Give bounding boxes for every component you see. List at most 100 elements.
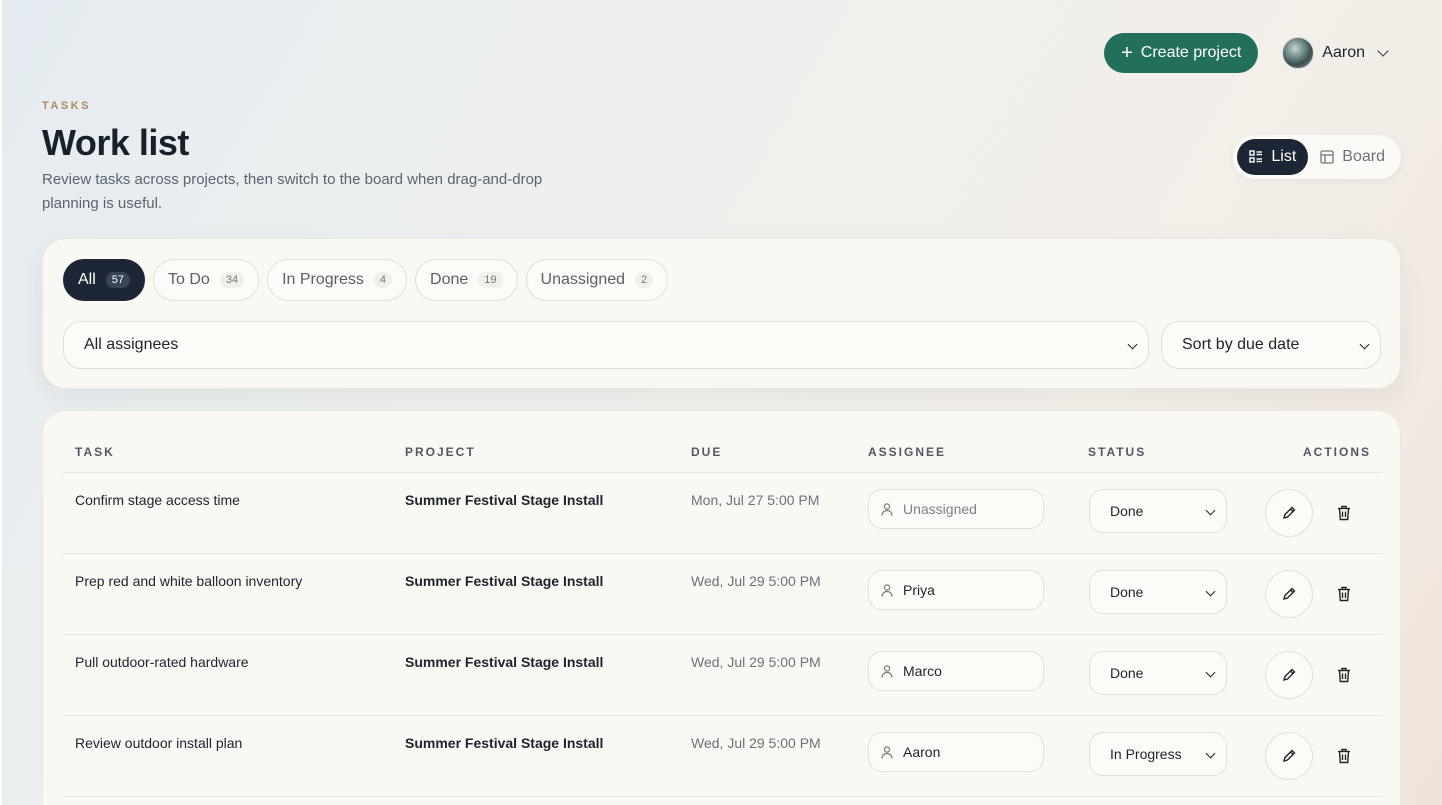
task-name[interactable]: Prep red and white balloon inventory [75,573,302,589]
user-name: Aaron [1322,44,1365,61]
project-name: Summer Festival Stage Install [405,735,604,751]
pencil-icon [1282,587,1296,601]
pencil-icon [1282,749,1296,763]
assignee-filter-select[interactable]: All assignees [63,321,1149,369]
chevron-down-icon [1205,748,1216,759]
trash-icon [1338,505,1350,521]
task-name[interactable]: Pull outdoor-rated hardware [75,654,249,670]
table-row: Review outdoor install plan Summer Festi… [63,715,1382,796]
chevron-down-icon [1127,339,1138,350]
table-row: Prep red and white balloon inventory Sum… [63,553,1382,634]
filter-card: All 57 To Do 34 In Progress 4 Done 19 Un… [42,238,1401,389]
due-date: Wed, Jul 29 5:00 PM [691,735,821,751]
edit-button[interactable] [1265,651,1313,699]
board-icon [1320,150,1334,164]
chip-count: 57 [105,272,131,288]
status-filter-chips: All 57 To Do 34 In Progress 4 Done 19 Un… [63,259,669,301]
chevron-down-icon [1377,45,1389,57]
chevron-down-icon [1205,505,1216,516]
delete-button[interactable] [1334,665,1354,685]
column-header-status: STATUS [1088,445,1147,459]
user-menu[interactable]: Aaron [1282,37,1389,69]
avatar [1282,37,1315,69]
chevron-down-icon [1359,339,1370,350]
create-project-label: Create project [1140,44,1242,61]
assignee-field[interactable]: Aaron [868,732,1044,772]
chip-count: 34 [219,272,245,288]
chip-count: 4 [373,272,393,288]
column-header-assignee: ASSIGNEE [868,445,947,459]
chevron-down-icon [1205,667,1216,678]
board-view-button[interactable]: Board [1308,139,1397,175]
status-value: Done [1110,665,1144,681]
sort-value: Sort by due date [1182,336,1300,353]
table-row: Confirm stage access time Summer Festiva… [63,472,1382,553]
list-view-label: List [1271,148,1297,165]
user-icon [881,583,893,597]
chip-label: Done [430,271,469,288]
user-icon [881,664,893,678]
status-select[interactable]: In Progress [1089,732,1227,776]
assignee-name: Unassigned [903,501,977,517]
status-value: Done [1110,584,1144,600]
task-table: TASK PROJECT DUE ASSIGNEE STATUS ACTIONS… [42,410,1401,805]
chip-count: 19 [478,272,503,288]
chip-in-progress[interactable]: In Progress 4 [267,259,408,301]
create-project-button[interactable]: + Create project [1104,33,1259,73]
list-view-button[interactable]: List [1237,139,1309,175]
pencil-icon [1282,506,1296,520]
edit-button[interactable] [1265,489,1313,537]
top-bar: + Create project Aaron [1104,33,1389,73]
chevron-down-icon [1205,586,1216,597]
due-date: Mon, Jul 27 5:00 PM [691,492,820,508]
column-header-task: TASK [75,445,115,459]
assignee-filter-value: All assignees [84,336,179,353]
delete-button[interactable] [1334,503,1354,523]
task-name[interactable]: Review outdoor install plan [75,735,242,751]
assignee-field[interactable]: Marco [868,651,1044,691]
chip-label: All [78,271,96,288]
column-header-actions: ACTIONS [1303,445,1371,459]
page-subtitle: Review tasks across projects, then switc… [42,171,543,212]
due-date: Wed, Jul 29 5:00 PM [691,573,821,589]
view-toggle: List Board [1233,135,1401,179]
trash-icon [1338,748,1350,764]
edit-button[interactable] [1265,732,1313,780]
chip-unassigned[interactable]: Unassigned 2 [525,259,669,301]
chip-done[interactable]: Done 19 [415,259,518,301]
page-title: Work list [42,122,189,163]
trash-icon [1338,586,1350,602]
chip-to-do[interactable]: To Do 34 [153,259,260,301]
assignee-name: Aaron [903,744,941,760]
delete-button[interactable] [1334,746,1354,766]
board-view-label: Board [1342,148,1385,165]
table-row-divider [63,796,1382,805]
status-value: In Progress [1110,746,1182,762]
table-row: Pull outdoor-rated hardware Summer Festi… [63,634,1382,715]
chip-label: Unassigned [540,271,626,288]
user-icon [881,502,893,516]
status-select[interactable]: Done [1089,489,1227,533]
assignee-name: Priya [903,582,935,598]
pencil-icon [1282,668,1296,682]
assignee-field[interactable]: Unassigned [868,489,1044,529]
project-name: Summer Festival Stage Install [405,492,604,508]
chip-all[interactable]: All 57 [63,259,146,301]
trash-icon [1338,667,1350,683]
chip-count: 2 [635,272,654,288]
project-name: Summer Festival Stage Install [405,654,604,670]
section-eyebrow: TASKS [42,100,91,112]
project-name: Summer Festival Stage Install [405,573,604,589]
edit-button[interactable] [1265,570,1313,618]
plus-icon: + [1121,42,1133,64]
task-name[interactable]: Confirm stage access time [75,492,240,508]
status-select[interactable]: Done [1089,570,1227,614]
sort-select[interactable]: Sort by due date [1161,321,1381,369]
status-select[interactable]: Done [1089,651,1227,695]
due-date: Wed, Jul 29 5:00 PM [691,654,821,670]
delete-button[interactable] [1334,584,1354,604]
column-header-project: PROJECT [405,445,476,459]
assignee-field[interactable]: Priya [868,570,1044,610]
column-header-due: DUE [691,445,723,459]
list-icon [1249,150,1263,163]
